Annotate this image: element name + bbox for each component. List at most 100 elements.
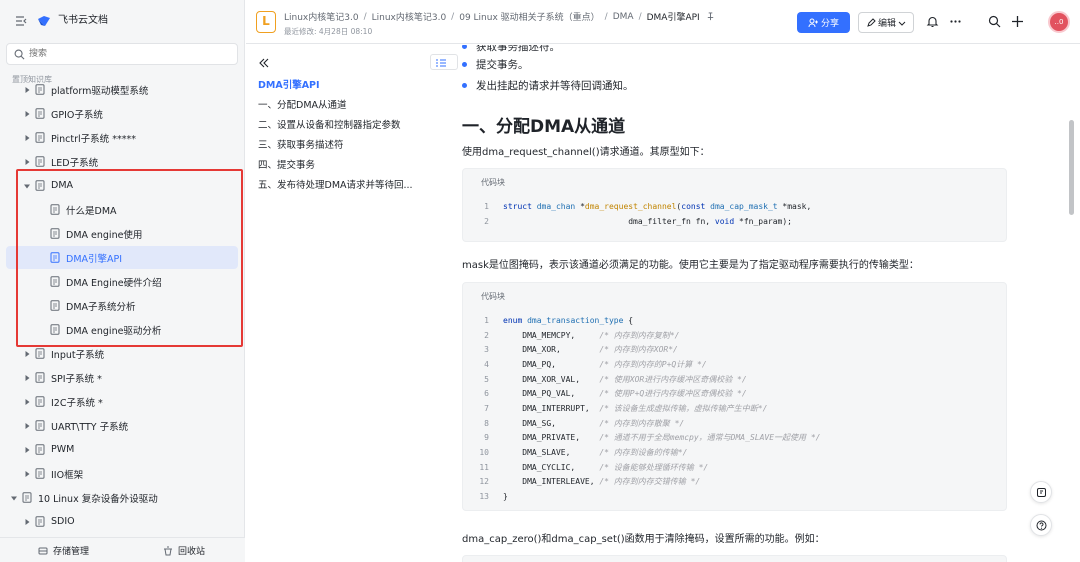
sidebar-footer: 存储管理 回收站 <box>0 537 245 562</box>
document-icon <box>35 516 45 527</box>
tree-item-label: PWM <box>51 444 75 455</box>
tree-item[interactable]: PWM <box>6 438 238 461</box>
sidebar-collapse-icon[interactable] <box>14 14 28 28</box>
caret-right-icon[interactable] <box>23 422 31 430</box>
code-line: 5 DMA_XOR_VAL, /* 使用XOR进行内存缓冲区奇偶校验 */ <box>463 372 1008 387</box>
caret-down-icon[interactable] <box>10 494 18 502</box>
caret-right-icon[interactable] <box>23 470 31 478</box>
breadcrumb-separator: / <box>638 11 642 22</box>
tree-item[interactable]: LED子系统 <box>6 150 238 173</box>
tree-item[interactable]: Pinctrl子系统 ***** <box>6 126 238 149</box>
toc-item[interactable]: 四、提交事务 <box>258 157 315 171</box>
tree-item[interactable]: DMA引擎API <box>6 246 238 269</box>
chevron-down-icon <box>898 21 906 26</box>
search-icon[interactable] <box>988 15 1001 28</box>
line-number: 1 <box>484 315 489 325</box>
search-box[interactable] <box>6 43 238 65</box>
breadcrumb-item[interactable]: DMA <box>613 12 634 22</box>
tree-item[interactable]: SPI子系统 * <box>6 366 238 389</box>
code-line: 4 DMA_PQ, /* 内存到内存的P+Q计算 */ <box>463 357 1008 372</box>
code-token: /* 内存到内存散聚 */ <box>599 418 685 428</box>
line-number: 8 <box>484 418 489 428</box>
caret-right-icon[interactable] <box>23 398 31 406</box>
tree-item[interactable]: GPIO子系统 <box>6 102 238 125</box>
tree-item[interactable]: IIO框架 <box>6 462 238 485</box>
document-icon <box>35 108 45 119</box>
tree-item[interactable]: DMA <box>6 174 238 197</box>
document-body: 获取事务描述符。 提交事务。 发出挂起的请求并等待回调通知。 一、分配DMA从通… <box>460 45 1020 562</box>
tree-item[interactable]: Input子系统 <box>6 342 238 365</box>
toc-item[interactable]: 二、设置从设备和控制器指定参数 <box>258 117 401 131</box>
caret-right-icon[interactable] <box>23 350 31 358</box>
code-line: 2 DMA_MEMCPY, /* 内存到内存复制*/ <box>463 328 1008 343</box>
breadcrumb-item[interactable]: Linux内核笔记3.0 <box>284 10 359 23</box>
storage-button[interactable]: 存储管理 <box>38 544 89 557</box>
toc-item[interactable]: 一、分配DMA从通道 <box>258 97 347 111</box>
tree-item[interactable]: DMA engine使用 <box>6 222 238 245</box>
edit-button[interactable]: 编辑 <box>858 12 914 33</box>
caret-right-icon[interactable] <box>23 134 31 142</box>
toc-item[interactable]: 三、获取事务描述符 <box>258 137 344 151</box>
toc-item[interactable]: 五、发布待处理DMA请求并等待回... <box>258 177 413 191</box>
code-token: DMA_MEMCPY, <box>503 330 600 340</box>
sidebar: 飞书云文档 置顶知识库 platform驱动模型系统GPIO子系统Pinctrl… <box>0 0 245 562</box>
search-input[interactable] <box>29 46 229 62</box>
tree-item-label: LED子系统 <box>51 157 99 169</box>
caret-right-icon[interactable] <box>23 158 31 166</box>
bell-icon[interactable] <box>926 15 939 28</box>
outline-toggle-button[interactable] <box>430 54 458 70</box>
tree-item-label: I2C子系统 * <box>51 397 103 409</box>
tree-item[interactable]: DMA Engine硬件介绍 <box>6 270 238 293</box>
more-icon[interactable] <box>949 15 962 28</box>
toc-title[interactable]: DMA引擎API <box>258 77 320 91</box>
tree-item[interactable]: 什么是DMA <box>6 198 238 221</box>
code-line: 12 DMA_INTERLEAVE, /* 内存到内存交错传输 */ <box>463 475 1008 490</box>
sidebar-header: 飞书云文档 <box>0 0 245 42</box>
tree-item-label: DMA引擎API <box>66 253 123 265</box>
code-line: 7 DMA_INTERRUPT, /* 该设备生成虚拟传输，虚拟传输产生中断*/ <box>463 401 1008 416</box>
plus-icon[interactable] <box>1011 15 1024 28</box>
document-icon <box>35 132 45 143</box>
trash-icon <box>164 546 172 555</box>
tree-item-label: 什么是DMA <box>66 205 117 217</box>
avatar[interactable]: ..0 <box>1048 11 1070 33</box>
trash-button[interactable]: 回收站 <box>163 544 205 557</box>
caret-right-icon[interactable] <box>23 374 31 382</box>
tree-item-label: SPI子系统 * <box>51 373 102 385</box>
caret-down-icon[interactable] <box>23 182 31 190</box>
top-bar: L Linux内核笔记3.0 / Linux内核笔记3.0 / 09 Linux 驱… <box>246 0 1080 44</box>
caret-right-icon[interactable] <box>23 446 31 454</box>
document-icon <box>35 84 45 95</box>
code-token: const <box>681 201 711 211</box>
breadcrumb-item[interactable]: Linux内核笔记3.0 <box>372 10 447 23</box>
scrollbar-thumb[interactable] <box>1069 120 1074 215</box>
comment-float-button[interactable] <box>1030 481 1052 503</box>
code-line: 8 DMA_SG, /* 内存到内存散聚 */ <box>463 416 1008 431</box>
pin-icon[interactable] <box>706 12 715 21</box>
code-token: DMA_INTERLEAVE, <box>503 477 600 487</box>
tree-item[interactable]: 10 Linux 复杂设备外设驱动 <box>6 486 238 509</box>
document-icon <box>35 468 45 479</box>
code-line: 13} <box>463 489 1008 504</box>
tree-item[interactable]: platform驱动模型系统 <box>6 80 238 101</box>
tree-item[interactable]: SDIO <box>6 510 238 533</box>
code-block[interactable] <box>462 555 1007 562</box>
caret-right-icon[interactable] <box>23 110 31 118</box>
tree-item[interactable]: DMA engine驱动分析 <box>6 318 238 341</box>
caret-right-icon[interactable] <box>23 86 31 94</box>
code-lines: 1 struct dma_chan * dma_request_channel(co… <box>463 199 1008 228</box>
code-line: 9 DMA_PRIVATE, /* 通道不用于全局memcpy，通常与DMA_S… <box>463 431 1008 446</box>
code-block[interactable]: 代码块 1 enum dma_transaction_type {2 DMA_ME… <box>462 282 1007 511</box>
breadcrumb-item[interactable]: 09 Linux 驱动相关子系统（重点） <box>459 10 599 23</box>
code-block[interactable]: 代码块 1 struct dma_chan * dma_request_channe… <box>462 168 1007 242</box>
tree-item[interactable]: UART\TTY 子系统 <box>6 414 238 437</box>
code-line: 3 DMA_XOR, /* 内存到内存XOR*/ <box>463 342 1008 357</box>
double-chevron-left-icon[interactable] <box>258 57 270 69</box>
line-number: 6 <box>484 389 489 399</box>
breadcrumb: Linux内核笔记3.0 / Linux内核笔记3.0 / 09 Linux 驱动相… <box>284 10 715 23</box>
help-float-button[interactable] <box>1030 514 1052 536</box>
tree-item[interactable]: DMA子系统分析 <box>6 294 238 317</box>
share-button[interactable]: 分享 <box>797 12 850 33</box>
tree-item[interactable]: I2C子系统 * <box>6 390 238 413</box>
caret-right-icon[interactable] <box>23 518 31 526</box>
